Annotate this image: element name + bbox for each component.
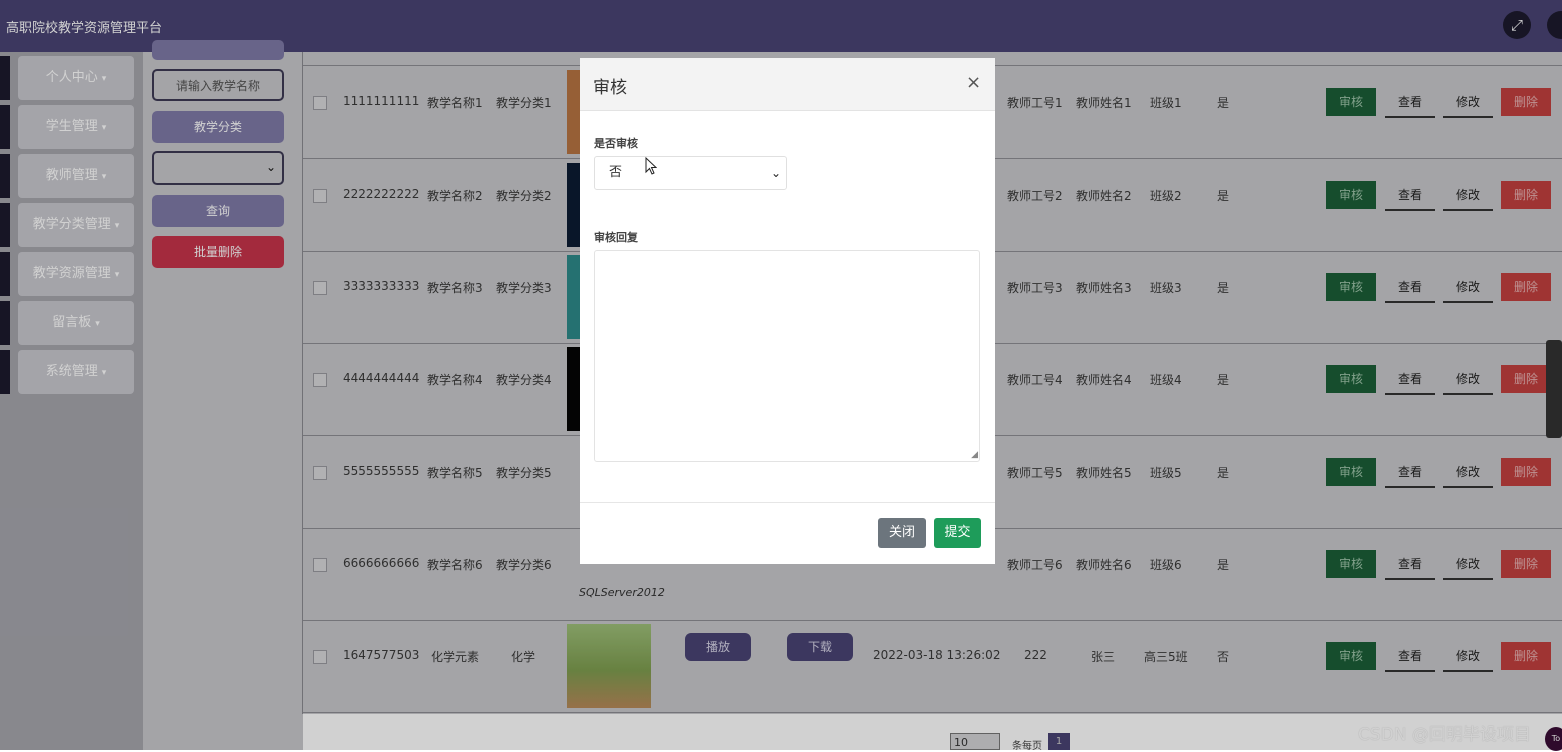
audit-modal: 审核 × 是否审核 否 ⌄ 审核回复 ◢ 关闭 提交: [580, 58, 995, 564]
modal-footer: 关闭 提交: [580, 502, 995, 565]
close-icon[interactable]: ×: [966, 72, 981, 93]
audit-select-value: 否: [609, 165, 623, 180]
mouse-cursor-icon: [645, 157, 657, 175]
close-button[interactable]: 关闭: [878, 518, 926, 548]
reply-textarea[interactable]: ◢: [594, 250, 980, 462]
chevron-down-icon: ⌄: [770, 166, 781, 180]
audit-field-label: 是否审核: [594, 137, 638, 150]
modal-title: 审核: [593, 78, 627, 98]
modal-header: 审核 ×: [580, 58, 995, 111]
resize-handle-icon[interactable]: ◢: [971, 451, 978, 460]
submit-button[interactable]: 提交: [934, 518, 981, 548]
audit-select[interactable]: 否 ⌄: [594, 156, 787, 190]
reply-field-label: 审核回复: [594, 231, 638, 244]
